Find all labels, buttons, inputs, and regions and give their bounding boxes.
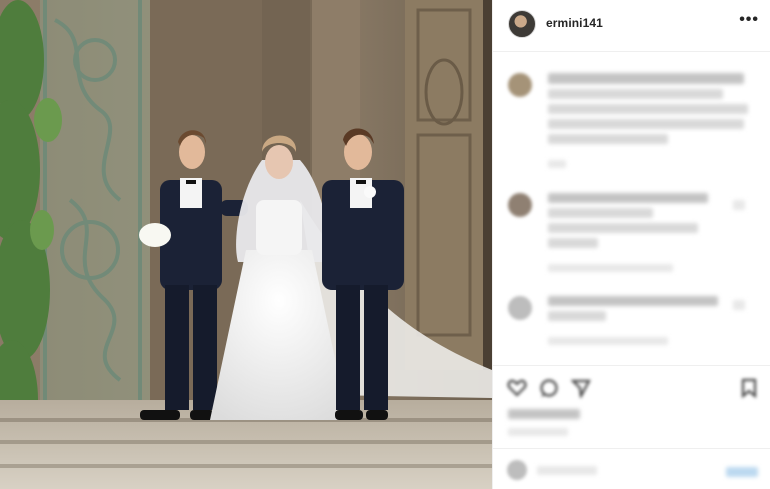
comment-text-redacted — [548, 208, 653, 218]
comment-text-redacted — [548, 104, 748, 114]
comment-avatar[interactable] — [508, 296, 532, 320]
comment-text-redacted — [548, 119, 744, 129]
likes-count-redacted[interactable] — [508, 409, 580, 419]
add-comment-input[interactable] — [537, 466, 597, 475]
divider — [493, 448, 770, 449]
post-side-panel: ermini141 ••• — [492, 0, 770, 489]
avatar[interactable] — [508, 10, 536, 38]
comment-meta-redacted — [548, 160, 566, 168]
comment-like-redacted[interactable] — [733, 200, 745, 210]
comment-meta-redacted — [548, 337, 668, 345]
share-icon[interactable] — [571, 378, 591, 398]
comment-text-redacted — [548, 89, 723, 99]
more-options-icon[interactable]: ••• — [739, 11, 759, 29]
divider — [493, 365, 770, 366]
emoji-icon[interactable] — [507, 460, 527, 480]
comment-text-redacted — [548, 134, 668, 144]
username-link[interactable]: ermini141 — [546, 16, 603, 30]
post-header: ermini141 ••• — [493, 0, 770, 52]
post-photo[interactable] — [0, 0, 492, 489]
comment-avatar[interactable] — [508, 73, 532, 97]
comment-text-redacted — [548, 73, 744, 84]
wedding-photo — [0, 0, 492, 489]
comment-text-redacted — [548, 193, 708, 203]
comment-text-redacted — [548, 238, 598, 248]
bookmark-icon[interactable] — [739, 378, 759, 398]
comment-meta-redacted — [548, 264, 673, 272]
post-comment-button[interactable] — [726, 467, 758, 477]
heart-icon[interactable] — [507, 378, 527, 398]
comment-avatar[interactable] — [508, 193, 532, 217]
comment-like-redacted[interactable] — [733, 300, 745, 310]
post-date-redacted — [508, 428, 568, 436]
comment-text-redacted — [548, 223, 698, 233]
comment-text-redacted — [548, 311, 606, 321]
comment-icon[interactable] — [539, 378, 559, 398]
comment-text-redacted — [548, 296, 718, 306]
